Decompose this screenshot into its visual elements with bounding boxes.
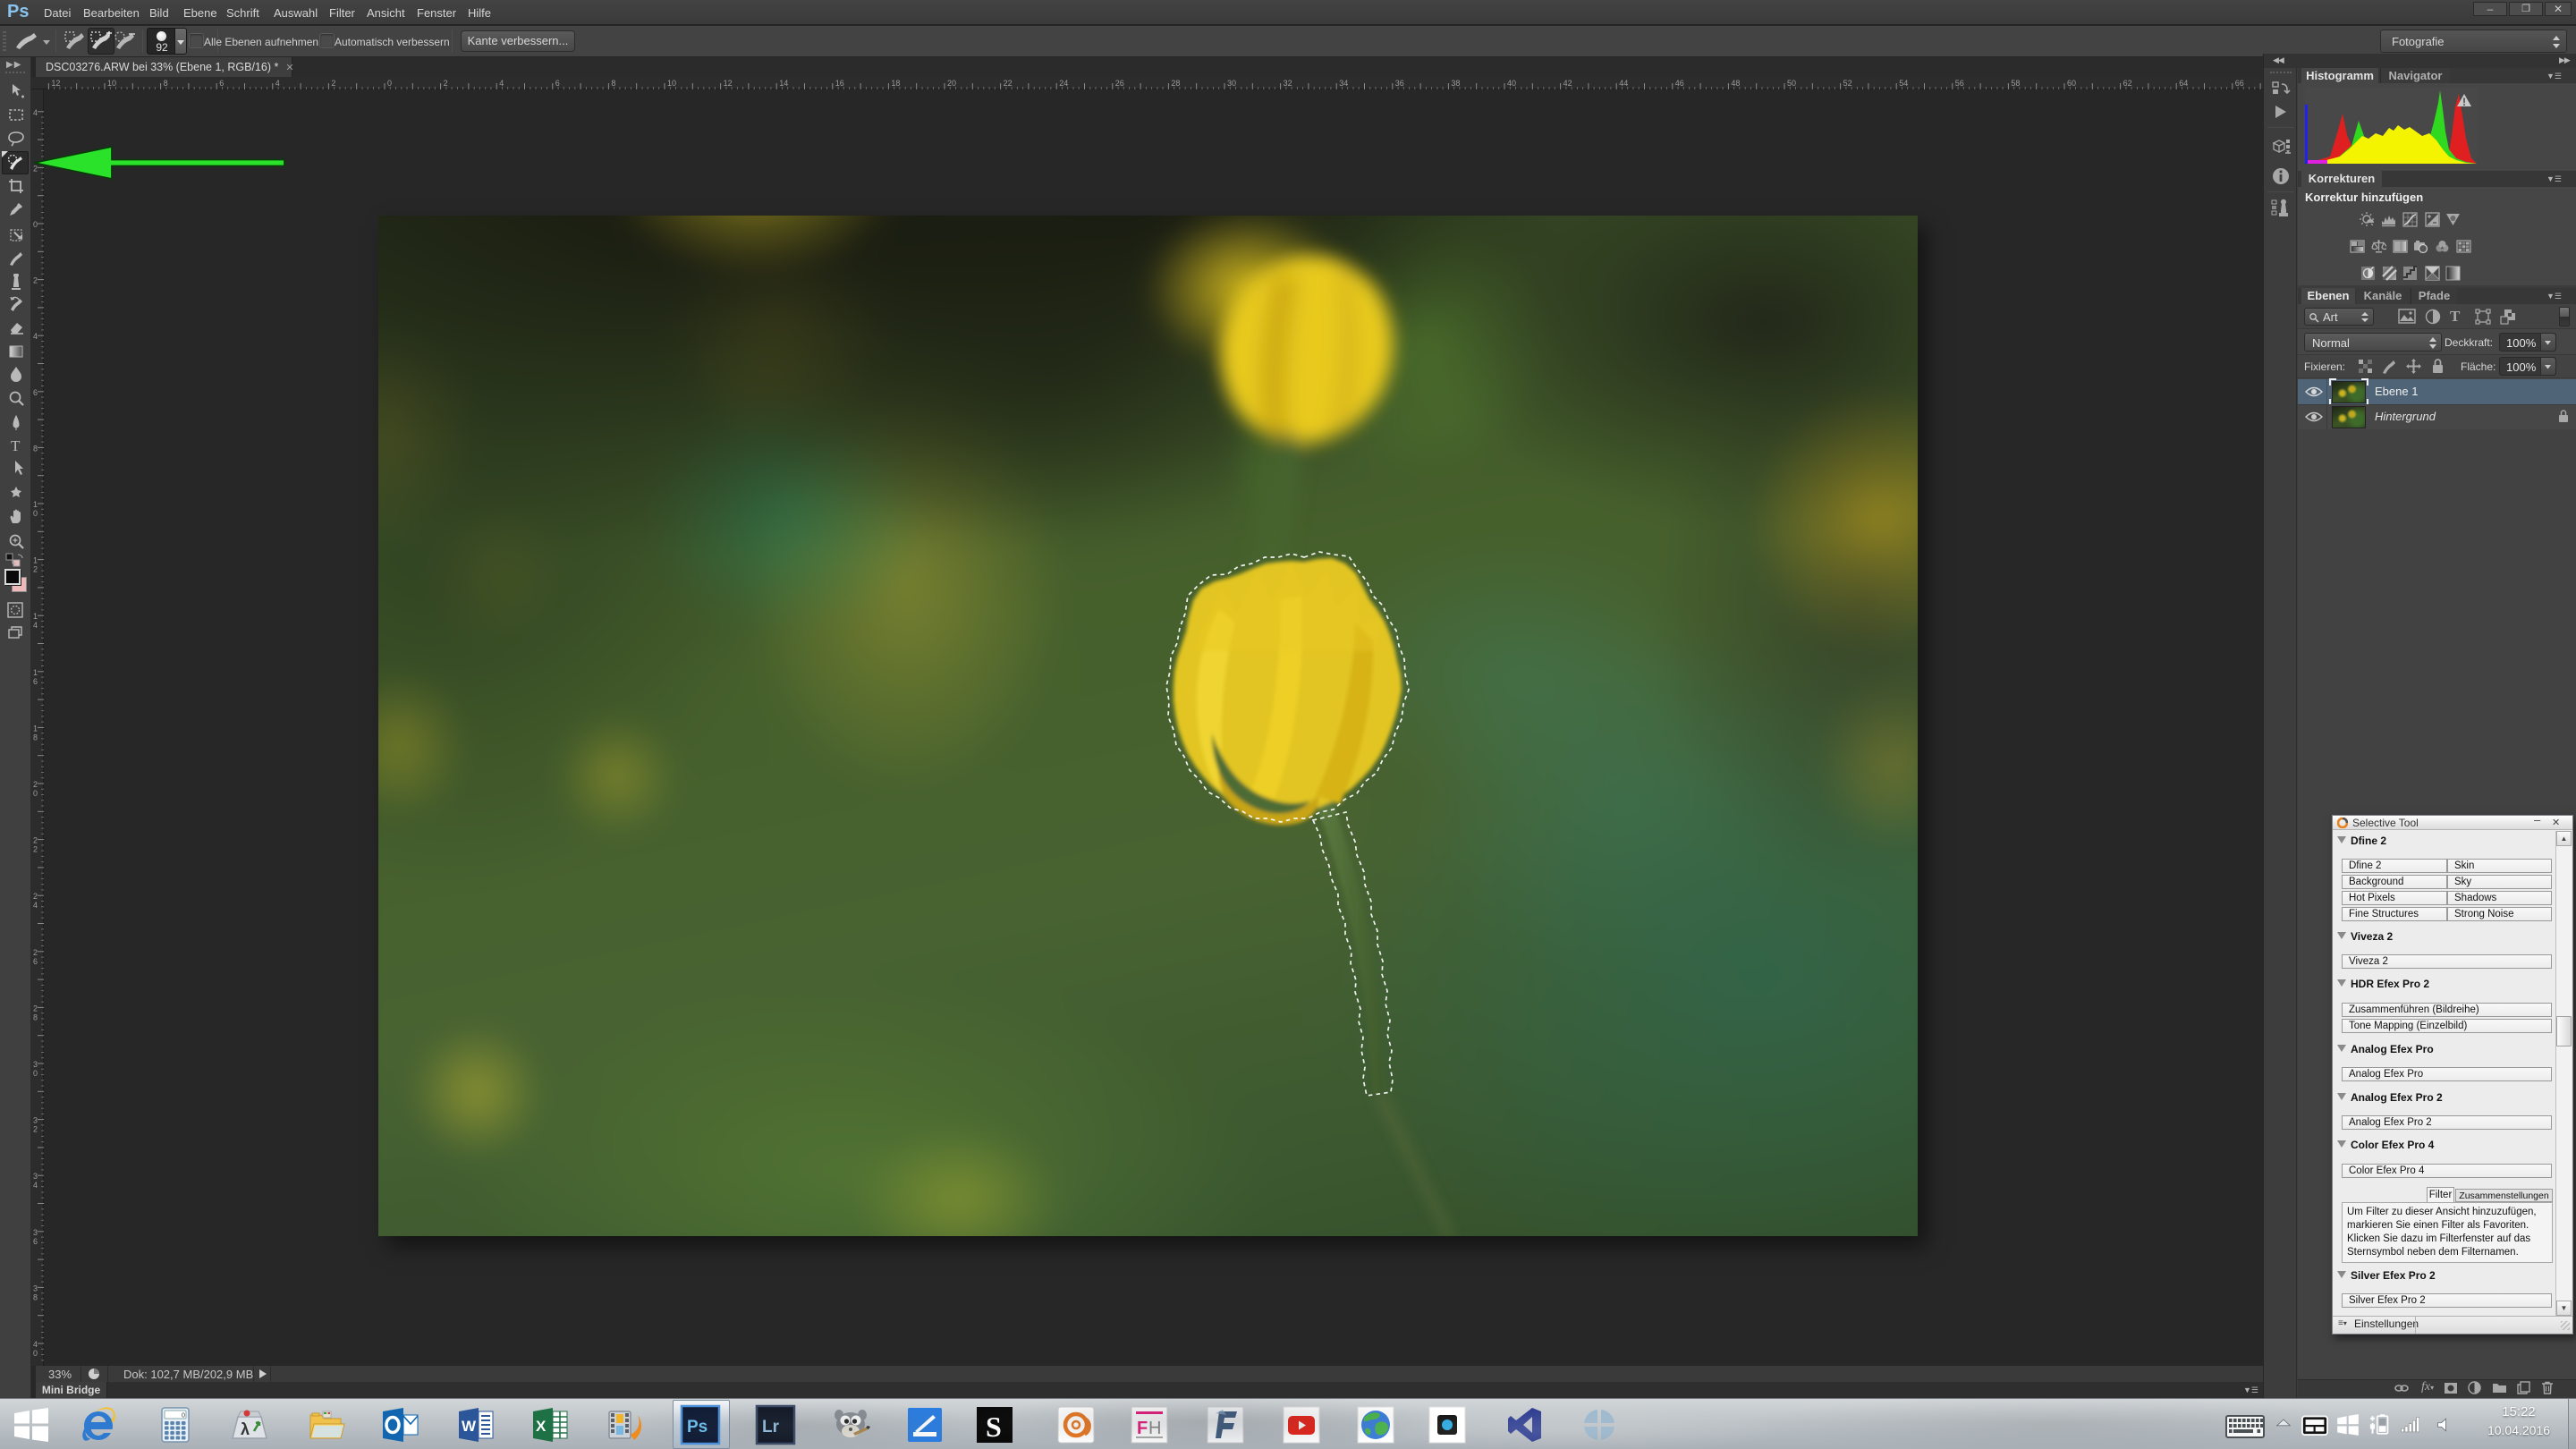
svg-text:H: H: [1148, 1419, 1161, 1438]
svg-text:14: 14: [779, 79, 788, 88]
svg-text:1: 1: [33, 668, 38, 677]
svg-text:0: 0: [182, 1413, 185, 1419]
svg-text:18: 18: [891, 79, 900, 88]
svg-text:2: 2: [33, 780, 38, 789]
svg-text:8: 8: [33, 733, 38, 741]
svg-text:2: 2: [33, 836, 38, 845]
svg-text:1: 1: [33, 612, 38, 621]
svg-text:20: 20: [947, 79, 956, 88]
svg-text:λ: λ: [241, 1420, 250, 1438]
svg-text:42: 42: [1563, 79, 1572, 88]
svg-text:4: 4: [275, 79, 280, 88]
svg-text:46: 46: [1675, 79, 1684, 88]
svg-text:T: T: [11, 437, 21, 454]
svg-text:50: 50: [1787, 79, 1796, 88]
svg-text:40: 40: [1507, 79, 1516, 88]
svg-text:66: 66: [2235, 79, 2244, 88]
svg-text:10: 10: [667, 79, 676, 88]
svg-text:2: 2: [33, 565, 38, 574]
svg-text:S: S: [986, 1411, 1002, 1443]
svg-text:8: 8: [611, 79, 615, 88]
svg-text:8: 8: [33, 1292, 38, 1301]
svg-text:2: 2: [33, 845, 38, 854]
svg-text:38: 38: [1451, 79, 1460, 88]
svg-text:30: 30: [1227, 79, 1236, 88]
svg-text:6: 6: [219, 79, 224, 88]
svg-text:4: 4: [33, 621, 38, 630]
svg-text:0: 0: [33, 1349, 38, 1358]
svg-text:6: 6: [33, 388, 38, 397]
svg-text:3: 3: [33, 1228, 38, 1237]
svg-text:62: 62: [2123, 79, 2132, 88]
svg-text:24: 24: [1059, 79, 1068, 88]
svg-text:22: 22: [1004, 79, 1013, 88]
svg-text:12: 12: [724, 79, 733, 88]
svg-text:6: 6: [33, 1237, 38, 1246]
svg-text:44: 44: [1619, 79, 1628, 88]
svg-text:1: 1: [33, 500, 38, 509]
svg-text:2: 2: [331, 79, 335, 88]
svg-text:28: 28: [1171, 79, 1180, 88]
svg-text:26: 26: [1115, 79, 1124, 88]
svg-text:1: 1: [33, 724, 38, 733]
svg-text:!: !: [2462, 96, 2466, 108]
svg-text:16: 16: [835, 79, 844, 88]
svg-text:52: 52: [1843, 79, 1852, 88]
svg-text:2: 2: [33, 948, 38, 957]
svg-text:2: 2: [33, 1004, 38, 1013]
svg-text:3: 3: [33, 1060, 38, 1069]
svg-text:36: 36: [1395, 79, 1404, 88]
svg-text:2: 2: [444, 79, 448, 88]
svg-text:4: 4: [33, 1340, 38, 1349]
svg-text:0: 0: [33, 1069, 38, 1078]
svg-text:60: 60: [2067, 79, 2076, 88]
svg-text:4: 4: [499, 79, 504, 88]
svg-text:58: 58: [2011, 79, 2020, 88]
svg-text:0: 0: [33, 509, 38, 518]
svg-text:56: 56: [1955, 79, 1964, 88]
svg-text:3: 3: [33, 1284, 38, 1292]
svg-text:Ps: Ps: [687, 1418, 708, 1436]
svg-text:6: 6: [33, 957, 38, 966]
svg-text:4: 4: [33, 901, 38, 910]
svg-text:6: 6: [33, 677, 38, 686]
svg-text:54: 54: [1899, 79, 1908, 88]
svg-text:X: X: [536, 1418, 547, 1435]
svg-text:0: 0: [33, 789, 38, 798]
svg-text:W: W: [462, 1418, 477, 1435]
svg-text:12: 12: [51, 79, 60, 88]
svg-text:2: 2: [33, 276, 38, 285]
svg-text:32: 32: [1284, 79, 1292, 88]
svg-text:4: 4: [33, 1181, 38, 1190]
svg-text:3: 3: [33, 1172, 38, 1181]
svg-text:Lr: Lr: [762, 1418, 780, 1436]
svg-text:8: 8: [164, 79, 168, 88]
svg-text:1: 1: [33, 556, 38, 565]
svg-text:2: 2: [33, 892, 38, 901]
svg-text:10: 10: [107, 79, 116, 88]
svg-text:8: 8: [33, 1013, 38, 1021]
svg-text:3: 3: [33, 1116, 38, 1125]
svg-text:2: 2: [33, 1125, 38, 1134]
svg-text:6: 6: [555, 79, 560, 88]
svg-text:64: 64: [2179, 79, 2188, 88]
svg-text:48: 48: [1731, 79, 1740, 88]
svg-text:4: 4: [33, 332, 38, 341]
svg-text:0: 0: [387, 79, 392, 88]
svg-text:4: 4: [33, 108, 38, 117]
svg-text:F: F: [1137, 1419, 1148, 1438]
svg-text:8: 8: [33, 444, 38, 453]
svg-text:0: 0: [33, 220, 38, 229]
svg-text:34: 34: [1339, 79, 1348, 88]
